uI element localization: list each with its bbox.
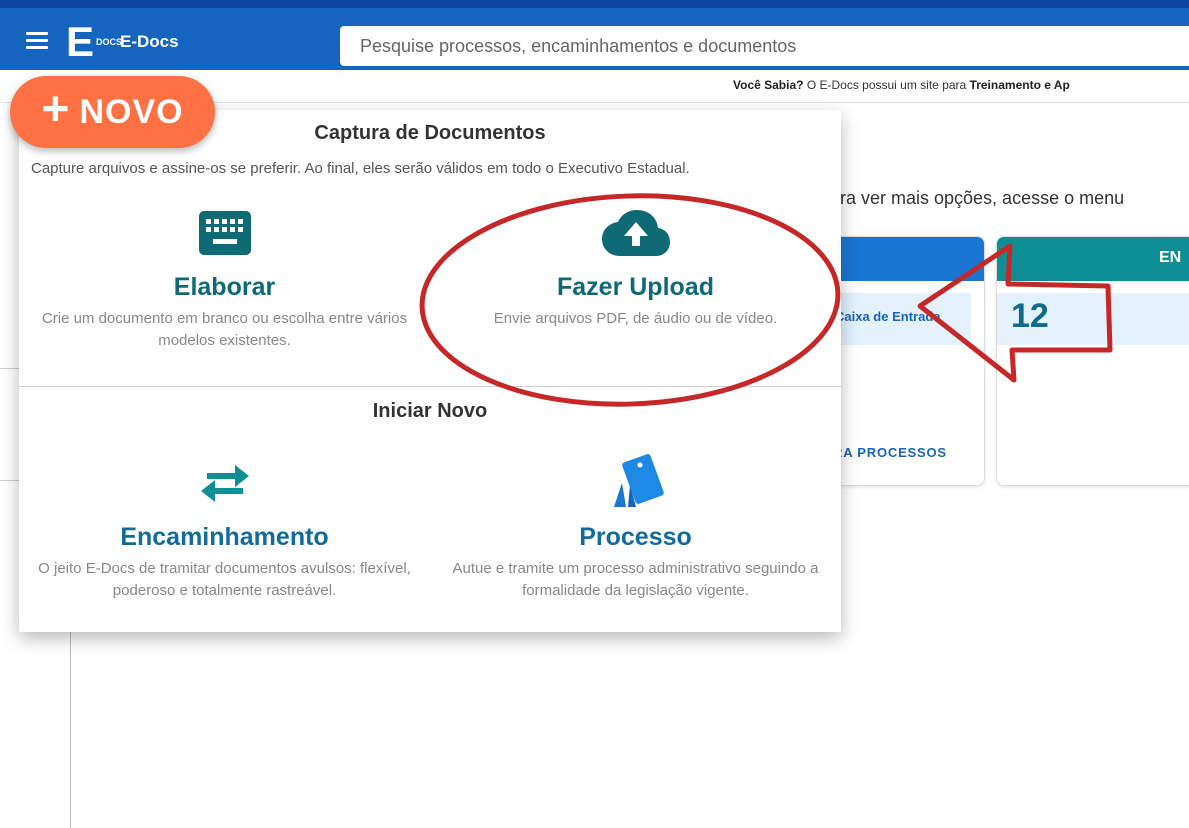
option-desc: Envie arquivos PDF, de áudio ou de vídeo… (493, 310, 778, 327)
option-fazer-upload[interactable]: Fazer Upload Envie arquivos PDF, de áudi… (430, 205, 841, 330)
logo-docs-text: DOCS (96, 36, 123, 47)
count-card[interactable]: EN 12 (996, 236, 1189, 486)
search-bar[interactable] (340, 26, 1189, 66)
app-name: E-Docs (120, 32, 179, 51)
option-title: Encaminhamento (120, 523, 329, 551)
option-processo[interactable]: Processo Autue e tramite um processo adm… (430, 454, 841, 602)
option-desc: O jeito E-Docs de tramitar documentos av… (38, 560, 411, 599)
option-title: Elaborar (173, 273, 276, 301)
section-divider (19, 386, 841, 387)
tip-banner: Você Sabia? O E-Docs possui um site para… (733, 78, 1070, 92)
capture-section-desc: Capture arquivos e assine-os se preferir… (31, 160, 690, 177)
keyboard-icon (19, 205, 430, 261)
top-app-bar: E DOCS E-Docs (0, 0, 1189, 70)
option-title: Fazer Upload (557, 273, 714, 301)
card-header-label: EN (1159, 249, 1182, 266)
process-folder-icon (430, 454, 841, 511)
cloud-upload-icon (430, 205, 841, 261)
menu-hint-text: ra ver mais opções, acesse o menu (840, 188, 1125, 208)
start-section-title: Iniciar Novo (372, 400, 488, 422)
plus-icon: + (41, 83, 70, 136)
tip-label: Você Sabia? (733, 78, 804, 92)
option-desc: Autue e tramite um processo administrati… (452, 560, 819, 599)
swap-arrows-icon (19, 455, 430, 511)
menu-icon[interactable] (26, 32, 48, 50)
option-title: Processo (579, 523, 692, 551)
novo-button[interactable]: + NOVO (10, 76, 215, 148)
option-encaminhamento[interactable]: Encaminhamento O jeito E-Docs de tramita… (19, 455, 430, 602)
novo-button-label: NOVO (79, 92, 184, 131)
count-value: 12 (1011, 297, 1049, 335)
option-desc: Crie um documento em branco ou escolha e… (41, 310, 408, 349)
app-logo[interactable]: E DOCS E-Docs (66, 20, 179, 64)
tip-link[interactable]: Treinamento e Ap (970, 78, 1070, 92)
card-header: EN (997, 237, 1189, 281)
card-footer-link[interactable]: RA PROCESSOS (833, 445, 947, 460)
tip-text: O E-Docs possui um site para (803, 78, 970, 92)
inbox-link[interactable]: Caixa de Entrada (835, 309, 941, 324)
option-elaborar[interactable]: Elaborar Crie um documento em branco ou … (19, 205, 430, 352)
search-input[interactable] (360, 35, 1189, 57)
logo-letter: E (66, 18, 95, 65)
novo-menu-panel: Captura de Documentos Capture arquivos e… (19, 110, 841, 632)
